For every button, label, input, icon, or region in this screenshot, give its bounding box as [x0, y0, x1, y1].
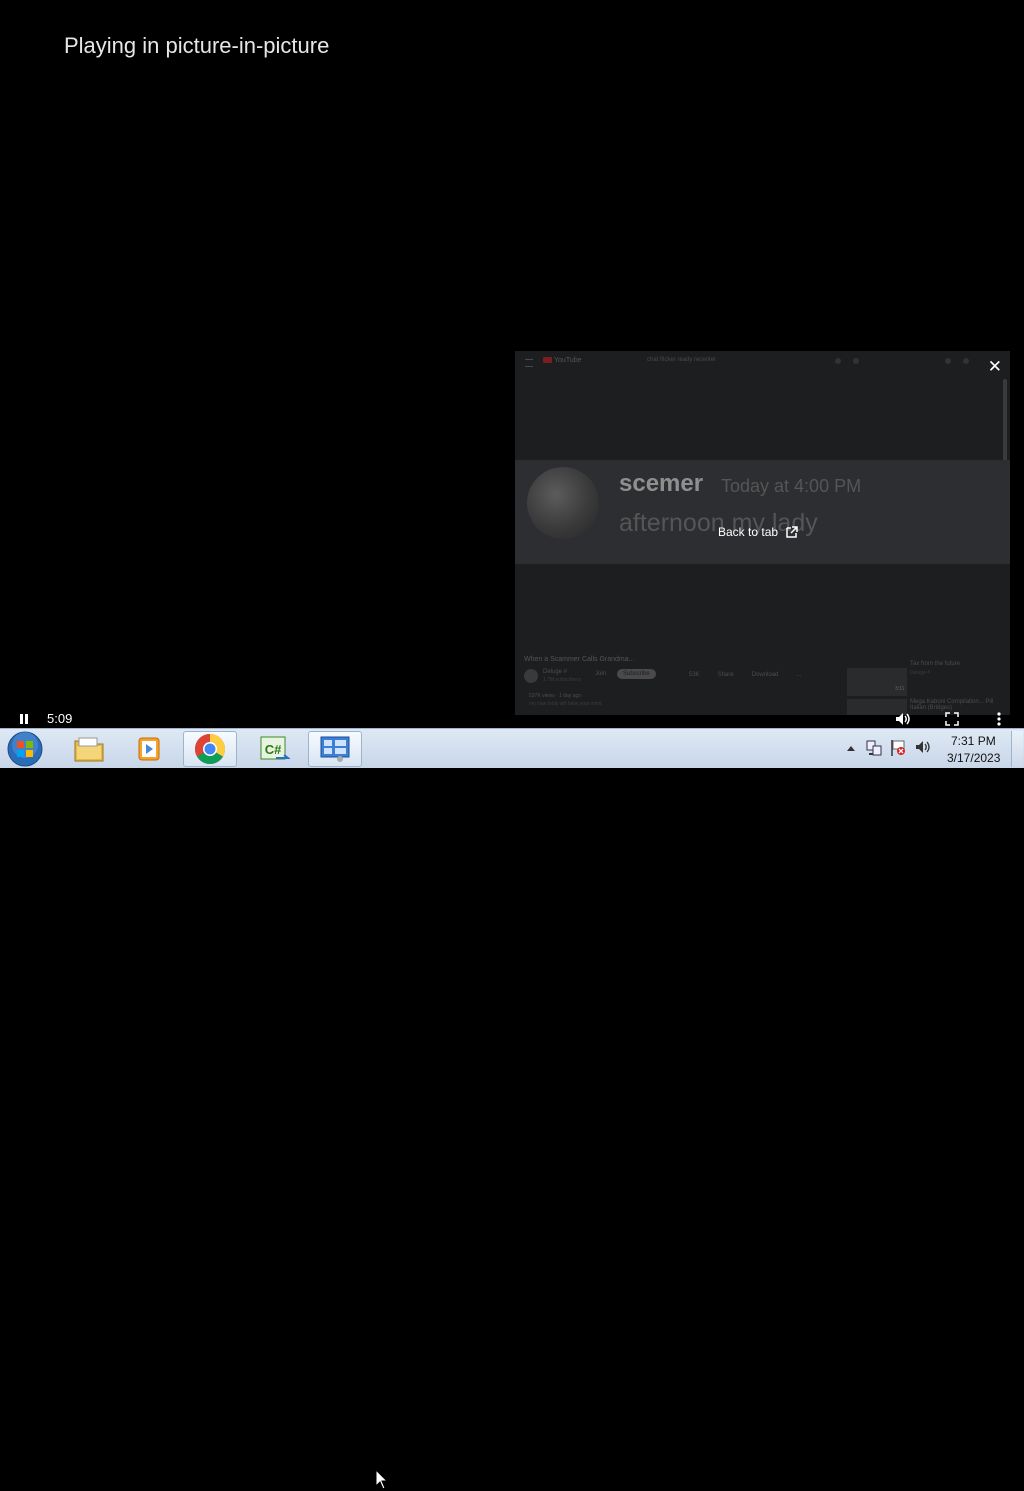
pip-status-title: Playing in picture-in-picture	[64, 33, 330, 58]
video-actions: 53K Share Download ...	[689, 672, 801, 678]
channel-subscribers: 1.7M subscribers	[543, 677, 582, 683]
svg-text:C#: C#	[265, 742, 282, 757]
sidebar-video-channel: Deluge #	[910, 670, 931, 676]
clock-date[interactable]: 3/17/2023	[947, 751, 1000, 765]
mouse-cursor-icon	[375, 1469, 389, 1490]
youtube-play-icon	[543, 357, 552, 364]
message-timestamp: Today at 4:00 PM	[721, 476, 862, 496]
open-in-new-icon	[786, 526, 798, 538]
user-avatar	[527, 467, 599, 539]
sidebar-video-title: Tax from the future	[910, 661, 961, 667]
message-username: scemer	[619, 470, 704, 497]
account-avatar	[963, 358, 969, 364]
youtube-logo: YouTube	[543, 357, 582, 364]
like-count: 53K	[689, 672, 700, 678]
pause-button[interactable]	[14, 710, 34, 728]
more-action: ...	[796, 672, 802, 678]
video-description: my new tools will blow your mind	[529, 701, 602, 707]
taskbar-csharp[interactable]: C#	[247, 731, 301, 767]
action-center-flag-icon[interactable]	[890, 739, 906, 757]
taskbar: C# 7:31 PM 3/17/2023	[0, 728, 1024, 1490]
playback-time: 5:09	[47, 711, 73, 726]
chrome-icon	[194, 734, 226, 765]
youtube-header: YouTube chat flicker ready recenter	[515, 351, 1010, 373]
youtube-search-text: chat flicker ready recenter	[647, 357, 717, 363]
taskbar-file-explorer[interactable]	[62, 731, 116, 767]
volume-icon[interactable]	[894, 711, 912, 727]
show-hidden-icons-chevron-icon[interactable]	[846, 744, 856, 752]
video-title: When a Scammer Calls Grandma...	[524, 656, 635, 663]
channel-name: Deluge #	[543, 669, 568, 675]
speaker-volume-icon[interactable]	[914, 739, 932, 755]
join-button: Join	[595, 671, 607, 677]
network-icon[interactable]	[866, 739, 882, 757]
share-action: Share	[717, 672, 734, 678]
pip-window[interactable]: YouTube chat flicker ready recenter scem…	[515, 351, 1010, 715]
pip-placeholder-page: Playing in picture-in-picture 5:09 YouTu…	[0, 0, 1024, 728]
search-icon	[835, 358, 841, 364]
hamburger-menu-icon	[525, 359, 533, 367]
control-panel-icon	[320, 736, 350, 762]
media-player-icon	[138, 737, 160, 761]
start-button[interactable]	[6, 731, 44, 767]
sidebar-video-title: Mega Kaboni Compilation... Pill Italian …	[910, 699, 994, 711]
fullscreen-icon[interactable]	[944, 711, 960, 727]
taskbar-chrome[interactable]	[183, 731, 237, 767]
notifications-icon	[945, 358, 951, 364]
pause-icon	[20, 714, 28, 724]
windows-logo-icon	[7, 731, 43, 767]
show-desktop-button[interactable]	[1011, 731, 1023, 767]
video-views: 537K views · 1 day ago	[529, 693, 581, 699]
taskbar-media-player[interactable]	[122, 731, 176, 767]
close-pip-button[interactable]: ✕	[988, 358, 1002, 375]
subscribe-button: Subscribe	[617, 669, 656, 679]
back-to-tab-label: Back to tab	[718, 525, 779, 539]
download-action: Download	[751, 672, 779, 678]
csharp-icon: C#	[260, 736, 290, 760]
back-to-tab-button[interactable]: Back to tab	[712, 521, 804, 543]
clock-time[interactable]: 7:31 PM	[951, 734, 996, 748]
more-options-icon[interactable]	[994, 711, 1004, 727]
channel-avatar	[524, 669, 538, 683]
folder-icon	[74, 737, 104, 762]
mic-icon	[853, 358, 859, 364]
taskbar-control-panel[interactable]	[308, 731, 362, 767]
thumbnail-duration: 3:11	[895, 686, 905, 692]
